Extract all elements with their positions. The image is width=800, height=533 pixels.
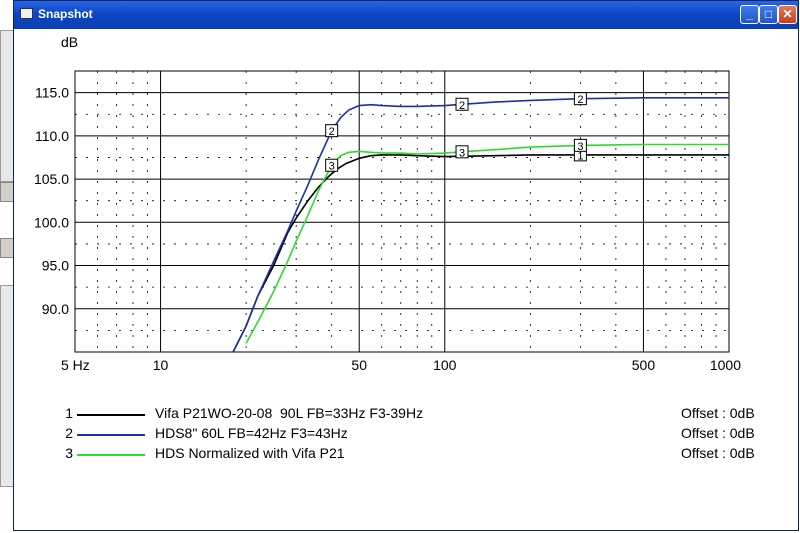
- legend-number: 3: [65, 445, 73, 461]
- plot-frame: [74, 70, 730, 353]
- y-axis-label: dB: [61, 34, 78, 50]
- legend-swatch: [77, 454, 145, 456]
- legend-label: Vifa P21WO-20-08 90L FB=33Hz F3-39Hz: [155, 405, 424, 421]
- background-panel: [0, 285, 14, 487]
- background-panel: [0, 30, 14, 182]
- x-tick-label: 1000: [710, 357, 741, 373]
- legend-offset: Offset : 0dB: [681, 445, 755, 461]
- x-tick-label: 10: [153, 357, 169, 373]
- minimize-button[interactable]: _: [740, 5, 759, 24]
- legend-swatch: [77, 414, 145, 416]
- x-tick-label: 5 Hz: [61, 357, 90, 373]
- curve-marker-label: 2: [577, 94, 583, 106]
- y-tick-label: 90.0: [42, 301, 69, 317]
- x-tick-label: 100: [433, 357, 457, 373]
- curve-marker-label: 3: [329, 161, 335, 173]
- y-tick-label: 115.0: [35, 85, 69, 101]
- legend-number: 2: [65, 425, 73, 441]
- curve-marker-label: 3: [577, 141, 583, 153]
- legend-number: 1: [65, 405, 73, 421]
- close-button[interactable]: ✕: [778, 5, 797, 24]
- x-tick-label: 50: [351, 357, 367, 373]
- legend-offset: Offset : 0dB: [681, 405, 755, 421]
- curve-marker-label: 2: [459, 100, 465, 112]
- curve-marker-label: 3: [459, 147, 465, 159]
- legend-label: HDS8" 60L FB=42Hz F3=43Hz: [155, 425, 348, 441]
- legend-offset: Offset : 0dB: [681, 425, 755, 441]
- maximize-button[interactable]: □: [759, 5, 778, 24]
- curve-marker-label: 2: [329, 126, 335, 138]
- title-bar[interactable]: Snapshot _ □ ✕: [14, 1, 798, 29]
- y-tick-label: 110.0: [35, 128, 69, 144]
- snapshot-window: Snapshot _ □ ✕ dB 115.0 110.0 105.0 100.0 95.…: [13, 0, 799, 531]
- x-tick-label: 500: [632, 357, 656, 373]
- window-title: Snapshot: [38, 7, 93, 21]
- y-tick-label: 105.0: [34, 171, 69, 187]
- y-tick-label: 100.0: [34, 214, 69, 230]
- legend-label: HDS Normalized with Vifa P21: [155, 445, 345, 461]
- window-icon: [20, 8, 33, 19]
- legend-swatch: [77, 434, 145, 436]
- y-tick-label: 95.0: [42, 258, 69, 274]
- chart-area: dB 115.0 110.0 105.0 100.0 95.0 90.0 5 Hz 10 50 10…: [15, 29, 797, 529]
